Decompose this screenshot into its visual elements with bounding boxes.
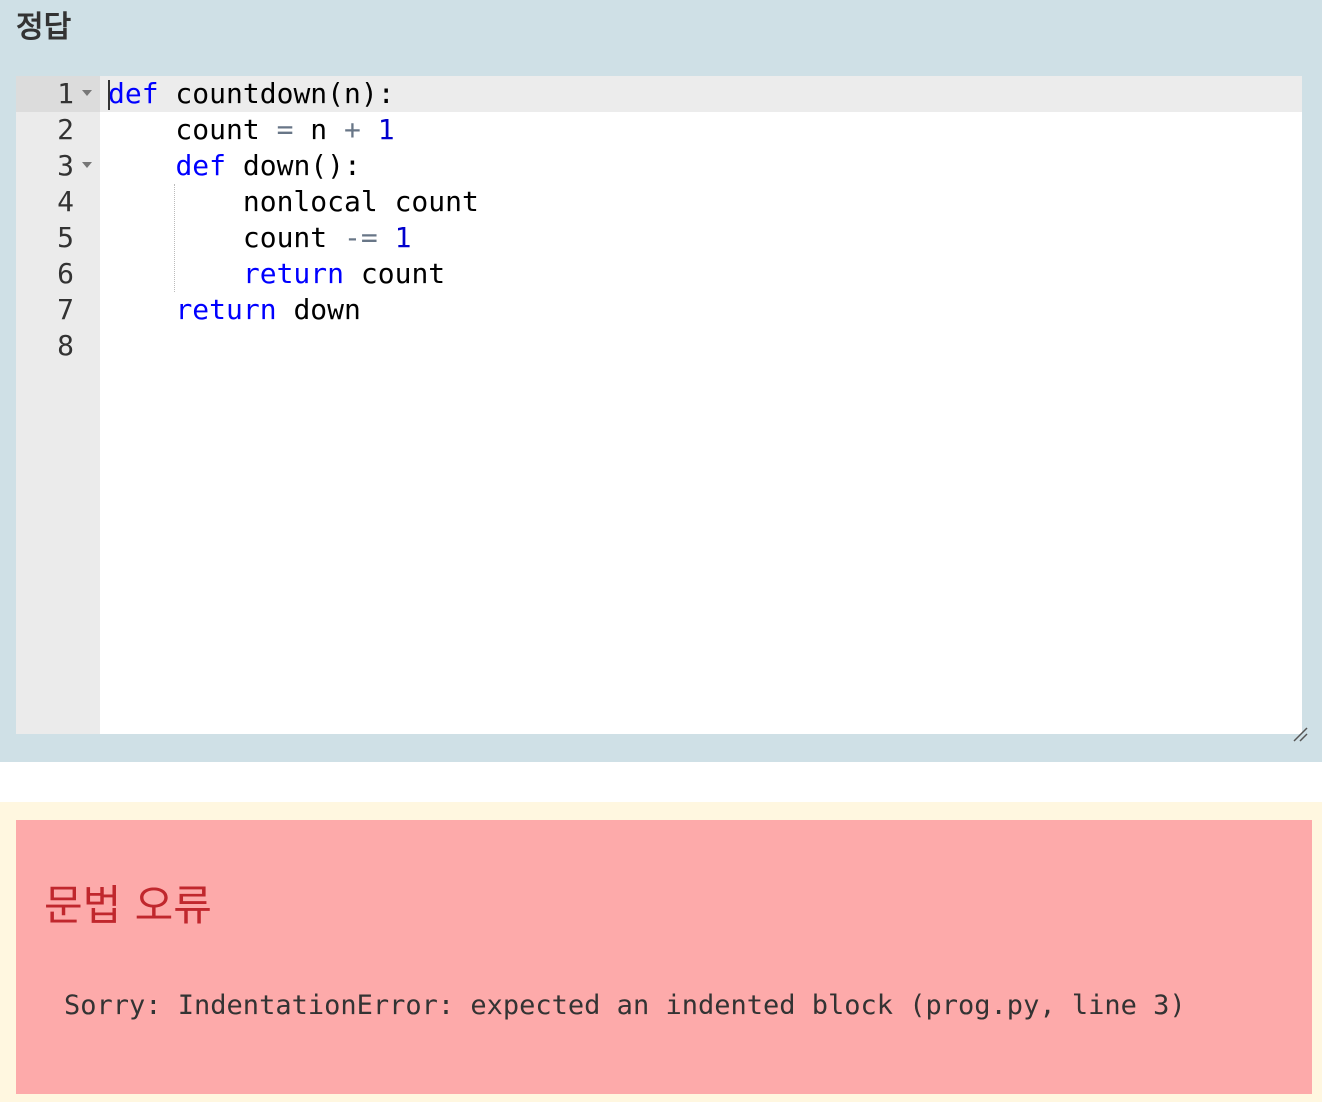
line-number-4: 4 <box>16 184 100 220</box>
error-message: Sorry: IndentationError: expected an ind… <box>64 990 1186 1021</box>
code-token: 1 <box>377 113 395 146</box>
line-number-1: 1 <box>16 76 100 112</box>
line-number-label: 8 <box>57 329 74 362</box>
answer-panel: 정답 12345678 def countdown(n): count = n … <box>0 0 1322 762</box>
section-spacer <box>0 762 1322 802</box>
feedback-panel: 문법 오류 Sorry: IndentationError: expected … <box>0 802 1322 1102</box>
code-token: down <box>276 293 361 326</box>
line-number-label: 1 <box>57 77 74 110</box>
line-number-label: 6 <box>57 257 74 290</box>
code-token: nonlocal count <box>108 185 479 218</box>
line-number-8: 8 <box>16 328 100 364</box>
code-line[interactable]: def down(): <box>108 148 361 184</box>
code-token: = <box>276 113 294 146</box>
line-number-label: 2 <box>57 113 74 146</box>
line-number-label: 7 <box>57 293 74 326</box>
code-token: down(): <box>226 149 361 182</box>
code-token: n <box>293 113 345 146</box>
error-title: 문법 오류 <box>44 881 212 930</box>
line-number-gutter: 12345678 <box>16 76 100 734</box>
code-token: count <box>344 257 446 290</box>
code-token: -= <box>344 221 378 254</box>
code-token: countdown(n): <box>158 77 395 110</box>
line-number-label: 5 <box>57 221 74 254</box>
code-line[interactable]: count -= 1 <box>108 220 412 256</box>
text-cursor <box>108 80 110 110</box>
fold-toggle-icon[interactable] <box>82 162 92 168</box>
code-line[interactable]: return count <box>108 256 445 292</box>
code-token: count <box>108 113 277 146</box>
line-number-label: 4 <box>57 185 74 218</box>
line-number-6: 6 <box>16 256 100 292</box>
code-line[interactable]: nonlocal count <box>108 184 479 220</box>
code-token: return <box>242 257 345 290</box>
code-editor[interactable]: 12345678 def countdown(n): count = n + 1… <box>16 76 1302 734</box>
fold-toggle-icon[interactable] <box>82 90 92 96</box>
code-line[interactable]: count = n + 1 <box>108 112 395 148</box>
code-line[interactable]: def countdown(n): <box>108 76 395 112</box>
code-token: return <box>175 293 277 326</box>
code-line[interactable]: return down <box>108 292 361 328</box>
resize-handle-icon[interactable] <box>1292 726 1308 742</box>
code-token: 1 <box>394 221 412 254</box>
code-token: + <box>344 113 361 146</box>
code-token: def <box>108 77 159 110</box>
line-number-5: 5 <box>16 220 100 256</box>
code-token: count <box>108 221 345 254</box>
syntax-error-box: 문법 오류 Sorry: IndentationError: expected … <box>16 820 1312 1094</box>
line-number-2: 2 <box>16 112 100 148</box>
code-token: def <box>175 149 227 182</box>
answer-title: 정답 <box>16 10 72 45</box>
line-number-7: 7 <box>16 292 100 328</box>
line-number-label: 3 <box>57 149 74 182</box>
line-number-3: 3 <box>16 148 100 184</box>
